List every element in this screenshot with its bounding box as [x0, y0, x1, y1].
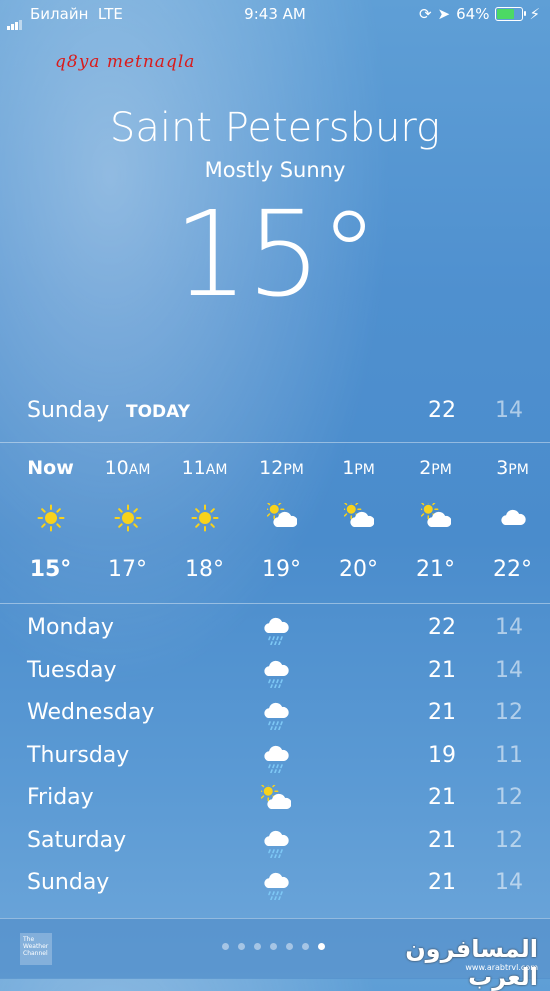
page-dot[interactable]: [302, 943, 309, 950]
divider: [0, 603, 550, 604]
hour-label: 12PM: [259, 457, 304, 479]
partly-sunny-icon: [264, 499, 298, 533]
hour-temperature: 15°: [29, 557, 72, 582]
arabtrvl-logo: المسافرون العرب www.arabtrvl.com: [405, 935, 538, 991]
partly-sunny-icon: [341, 499, 375, 533]
page-dot[interactable]: [254, 943, 261, 950]
page-dot[interactable]: [318, 943, 325, 950]
sun-icon: [190, 503, 220, 533]
hour-temperature: 20°: [339, 557, 378, 582]
today-high: 22: [428, 398, 456, 423]
cloud-icon: [498, 503, 528, 533]
sun-icon: [113, 503, 143, 533]
daily-day: Friday: [27, 785, 94, 810]
rotation-lock-icon: ⟳: [418, 5, 432, 23]
divider: [0, 442, 550, 443]
rain-cloud-icon: [261, 700, 291, 731]
hourly-forecast[interactable]: Now 15° 10AM 17° 11AM 18° 12PM 19° 1PM 20° 2PM 21° 3…: [0, 445, 550, 603]
rain-cloud-icon: [261, 743, 291, 773]
today-day: Sunday: [27, 398, 110, 423]
daily-high: 19: [428, 742, 456, 768]
current-temperature: 15°: [173, 185, 378, 323]
daily-day: Wednesday: [27, 700, 155, 725]
page-indicator[interactable]: [222, 943, 325, 950]
daily-row: Tuesday 21 14: [0, 653, 550, 695]
daily-day: Monday: [27, 615, 114, 640]
today-label: TODAY: [126, 402, 190, 422]
hour-label: 10AM: [104, 457, 151, 479]
daily-row: Monday 22 14: [0, 610, 550, 652]
daily-high: 21: [428, 700, 456, 725]
daily-day: Sunday: [27, 870, 110, 895]
hour-temperature: 18°: [185, 557, 224, 582]
rain-cloud-icon: [261, 615, 291, 646]
hour-temperature: 17°: [108, 557, 147, 582]
daily-high: 21: [428, 785, 456, 810]
daily-high: 21: [428, 870, 456, 895]
today-row: Sunday TODAY 22 14: [0, 395, 550, 435]
daily-row: Wednesday 21 12: [0, 695, 550, 737]
hour-label: 1PM: [342, 457, 375, 479]
daily-low: 12: [495, 785, 523, 810]
partly-sunny-icon: [258, 781, 292, 815]
rain-cloud-icon: [261, 870, 291, 901]
page-dot[interactable]: [286, 943, 293, 950]
daily-low: 14: [495, 615, 523, 640]
daily-day: Thursday: [27, 742, 130, 768]
page-dot[interactable]: [270, 943, 277, 950]
daily-low: 12: [495, 700, 523, 725]
weather-channel-logo[interactable]: The Weather Channel: [20, 933, 52, 965]
battery-percent: 64%: [456, 5, 490, 23]
location-arrow-icon: ➤: [437, 5, 451, 23]
sun-icon: [36, 503, 66, 533]
daily-high: 22: [428, 615, 456, 640]
charging-icon: ⚡: [529, 5, 540, 23]
city-name: Saint Petersburg: [109, 105, 441, 151]
rain-cloud-icon: [261, 658, 291, 688]
rain-cloud-icon: [261, 828, 291, 858]
hour-temperature: 21°: [416, 557, 455, 582]
daily-low: 12: [495, 827, 523, 853]
hour-label: 2PM: [419, 457, 452, 479]
daily-high: 21: [428, 827, 456, 853]
page-dot[interactable]: [222, 943, 229, 950]
bottom-toolbar: The Weather Channel المسافرون العرب www.ar…: [0, 918, 550, 991]
hour-temperature: 19°: [262, 557, 301, 582]
hour-label: 11AM: [181, 457, 228, 479]
today-low: 14: [495, 398, 523, 423]
watermark-text: q8ya metnaqla: [55, 52, 196, 72]
daily-row: Saturday 21 12: [0, 823, 550, 865]
status-bar: Билайн LTE 9:43 AM ⟳ ➤ 64% ⚡: [0, 0, 550, 30]
condition-text: Mostly Sunny: [204, 158, 346, 182]
partly-sunny-icon: [418, 499, 452, 533]
daily-high: 21: [428, 657, 456, 683]
hour-label: 3PM: [496, 457, 529, 479]
daily-low: 11: [495, 742, 523, 768]
daily-row: Friday 21 12: [0, 780, 550, 822]
daily-low: 14: [495, 657, 523, 683]
daily-low: 14: [495, 870, 523, 895]
daily-row: Sunday 21 14: [0, 865, 550, 907]
daily-day: Saturday: [27, 827, 127, 853]
daily-day: Tuesday: [27, 657, 117, 683]
hour-label: Now: [27, 457, 74, 479]
hour-temperature: 22°: [493, 557, 532, 582]
daily-row: Thursday 19 11: [0, 738, 550, 780]
battery-icon: [495, 7, 527, 21]
page-dot[interactable]: [238, 943, 245, 950]
